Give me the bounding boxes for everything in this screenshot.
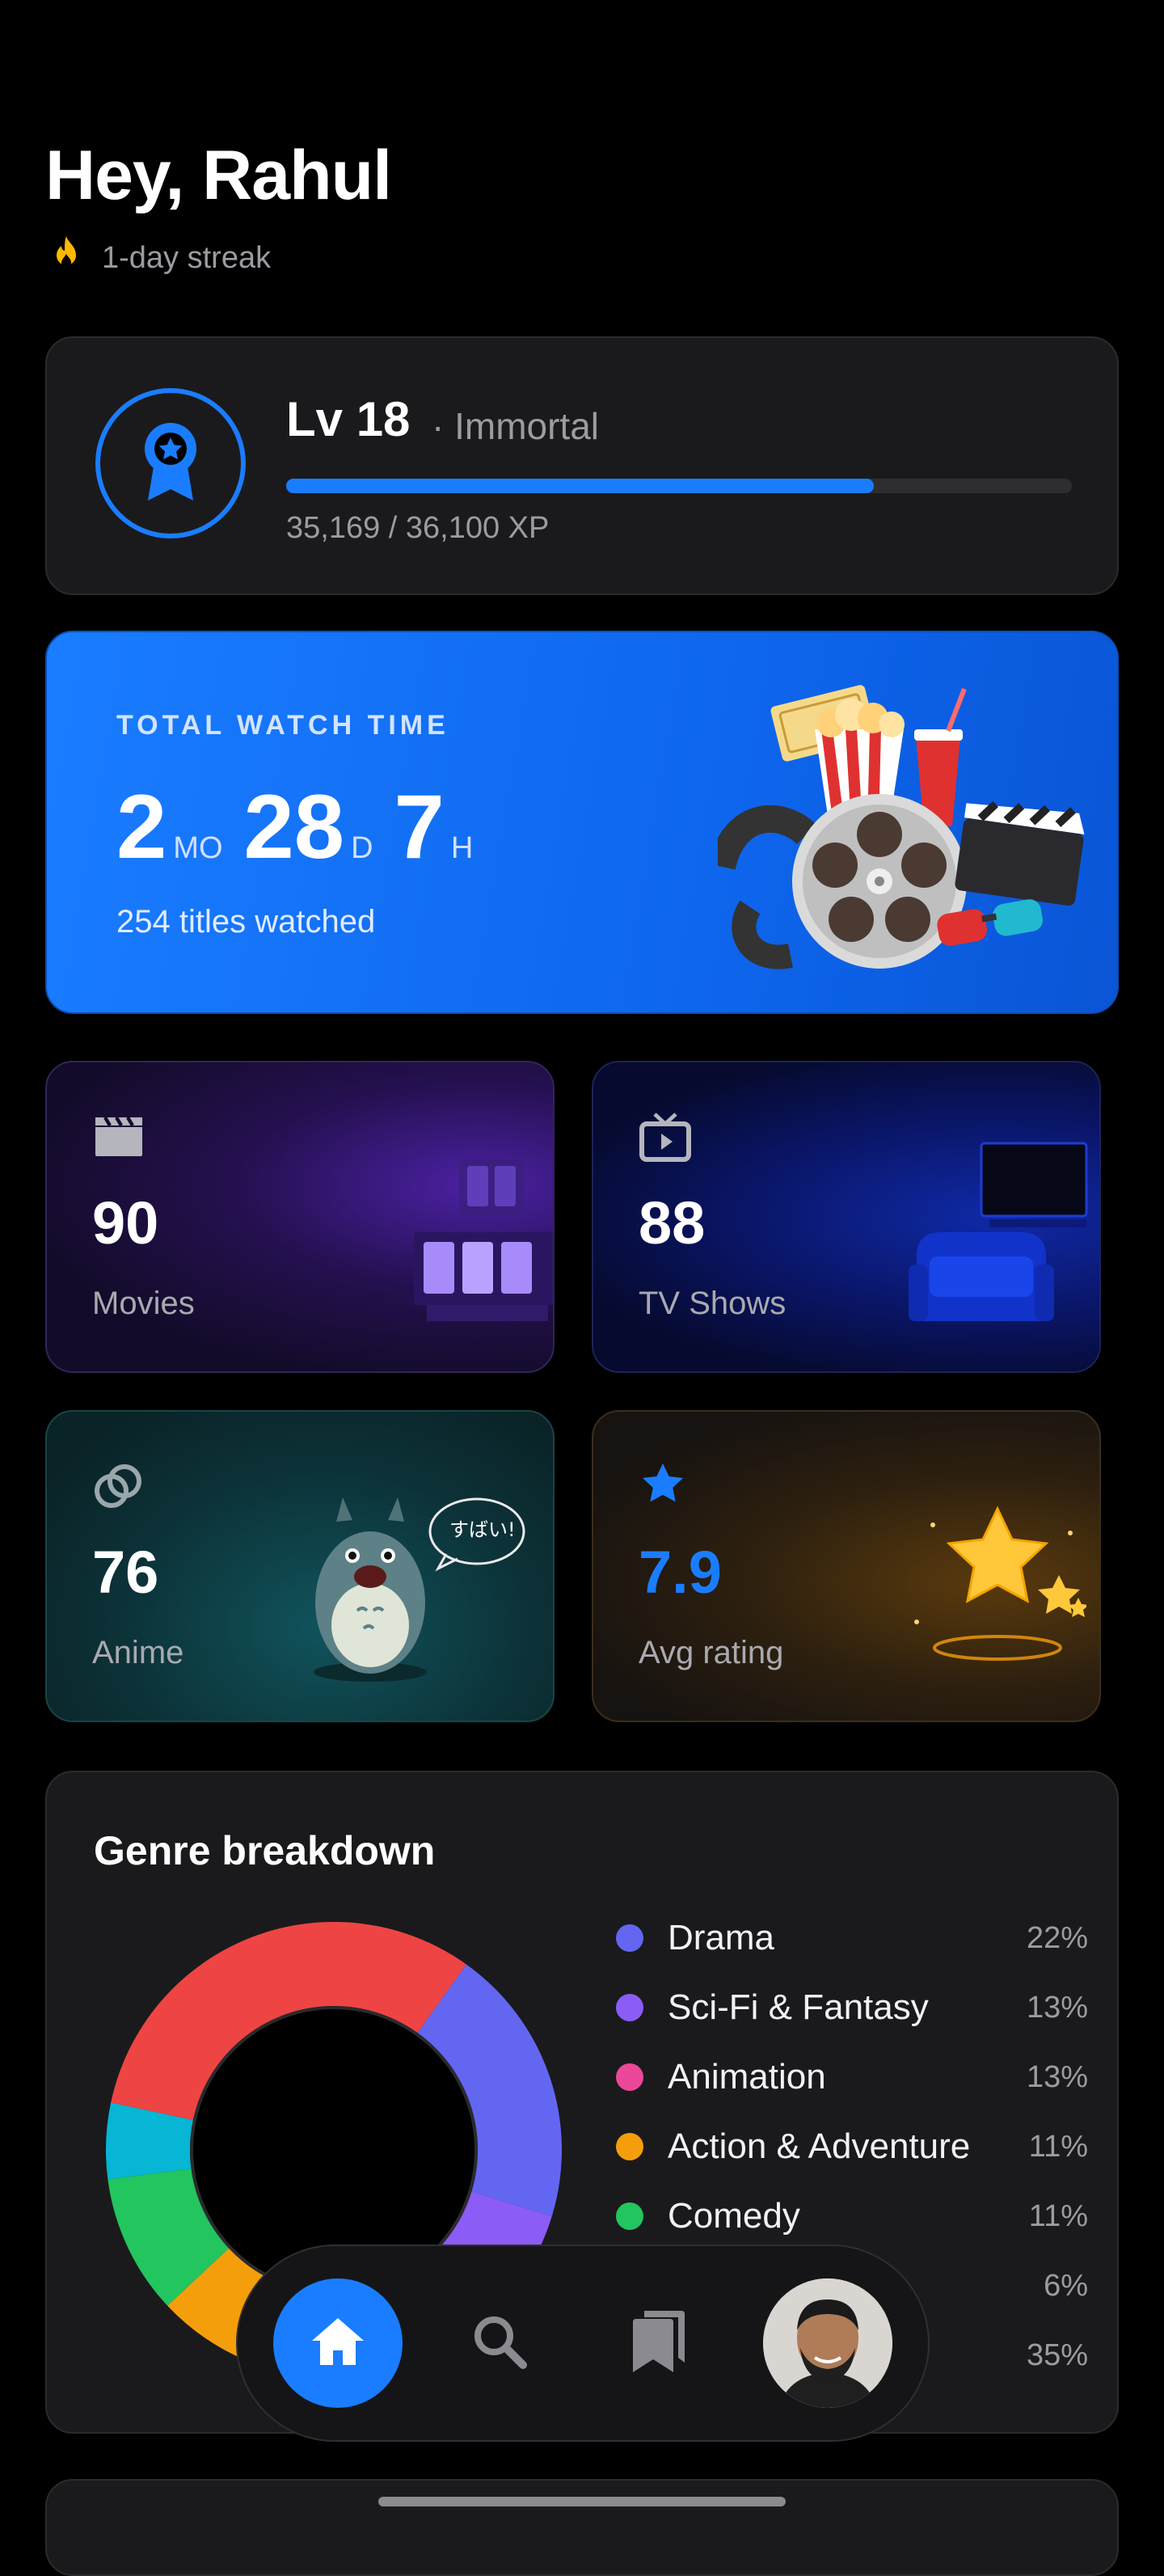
anime-label: Anime: [92, 1635, 184, 1670]
months-value: 2: [116, 776, 167, 877]
clapperboard-icon: [94, 1116, 144, 1162]
xp-text: 35,169 / 36,100 XP: [286, 511, 550, 545]
bottom-navigation: [236, 2244, 930, 2442]
legend-name: Sci-Fi & Fantasy: [668, 1987, 929, 2027]
watch-time-value: 2 MO 28 D 7 H: [116, 775, 494, 879]
hours-unit: H: [450, 831, 474, 865]
movies-label: Movies: [92, 1286, 195, 1321]
tv-icon: [639, 1113, 692, 1167]
level-card[interactable]: Lv 18 · Immortal 35,169 / 36,100 XP: [45, 336, 1119, 595]
xp-progress-fill: [286, 479, 874, 493]
movies-count: 90: [92, 1189, 159, 1256]
days-value: 28: [243, 776, 345, 877]
speech-bubble-text: すばい!: [449, 1518, 516, 1541]
legend-dot: [616, 2202, 643, 2230]
legend-dot: [616, 2133, 643, 2160]
bookmarks-icon: [628, 2308, 688, 2380]
nav-home-button[interactable]: [273, 2278, 403, 2408]
living-room-illustration: [909, 1135, 1094, 1333]
months-unit: MO: [173, 831, 223, 865]
legend-dot: [616, 2063, 643, 2091]
watch-time-card[interactable]: TOTAL WATCH TIME 2 MO 28 D 7 H 254 title…: [45, 631, 1119, 1014]
search-icon: [471, 2313, 528, 2374]
legend-item-animation: Animation 13%: [616, 2042, 1088, 2112]
watch-time-label: TOTAL WATCH TIME: [116, 710, 449, 741]
award-ribbon-icon: [137, 420, 205, 508]
legend-pct: 22%: [1026, 1920, 1088, 1955]
home-indicator: [378, 2497, 786, 2506]
avg-rating-stat-card[interactable]: 7.9 Avg rating: [592, 1410, 1101, 1722]
streak-indicator: 1-day streak: [48, 234, 271, 281]
anime-stat-card[interactable]: 76 Anime すばい!: [45, 1410, 555, 1722]
legend-dot: [616, 1994, 643, 2021]
legend-item-comedy: Comedy 11%: [616, 2181, 1088, 2251]
movies-stat-card[interactable]: 90 Movies: [45, 1061, 555, 1373]
star-icon: [640, 1462, 685, 1510]
legend-item-scifi: Sci-Fi & Fantasy 13%: [616, 1973, 1088, 2042]
hours-value: 7: [394, 776, 445, 877]
legend-pct: 11%: [1028, 2198, 1088, 2233]
streak-text: 1-day streak: [102, 240, 272, 275]
nav-bookmarks-button[interactable]: [609, 2295, 706, 2392]
days-unit: D: [351, 831, 373, 865]
home-icon: [309, 2315, 367, 2372]
legend-pct: 13%: [1026, 1990, 1088, 2025]
avatar[interactable]: [763, 2278, 892, 2408]
legend-pct: 6%: [1044, 2268, 1088, 2303]
stars-illustration: [884, 1476, 1089, 1683]
legend-pct: 11%: [1028, 2129, 1088, 2164]
tv-shows-label: TV Shows: [639, 1286, 787, 1321]
legend-pct: 13%: [1026, 2059, 1088, 2094]
legend-item-drama: Drama 22%: [616, 1903, 1088, 1973]
level-badge: [95, 388, 246, 538]
legend-name: Animation: [668, 2057, 826, 2097]
legend-name: Action & Adventure: [668, 2126, 971, 2166]
next-section-card: [45, 2479, 1119, 2576]
level-tier: · Immortal: [432, 405, 599, 447]
avg-rating-label: Avg rating: [639, 1635, 784, 1670]
xp-progress-bar: [286, 479, 1072, 493]
avg-rating-value: 7.9: [639, 1539, 722, 1606]
titles-watched: 254 titles watched: [116, 904, 376, 940]
legend-dot: [616, 1924, 643, 1952]
cinema-illustration: [708, 673, 1098, 984]
genre-title: Genre breakdown: [94, 1828, 436, 1873]
film-strip-illustration: [403, 1127, 553, 1325]
flame-icon: [48, 234, 84, 281]
greeting-title: Hey, Rahul: [45, 137, 392, 214]
rings-icon: [92, 1460, 144, 1516]
legend-item-action: Action & Adventure 11%: [616, 2112, 1088, 2181]
tv-shows-count: 88: [639, 1189, 706, 1256]
legend-pct: 35%: [1026, 2337, 1088, 2372]
level-label: Lv 18: [286, 392, 411, 446]
tv-shows-stat-card[interactable]: 88 TV Shows: [592, 1061, 1101, 1373]
legend-name: Drama: [668, 1918, 775, 1957]
profile-photo: [763, 2278, 892, 2408]
nav-search-button[interactable]: [451, 2295, 548, 2392]
legend-name: Comedy: [668, 2196, 800, 2236]
anime-count: 76: [92, 1539, 159, 1606]
